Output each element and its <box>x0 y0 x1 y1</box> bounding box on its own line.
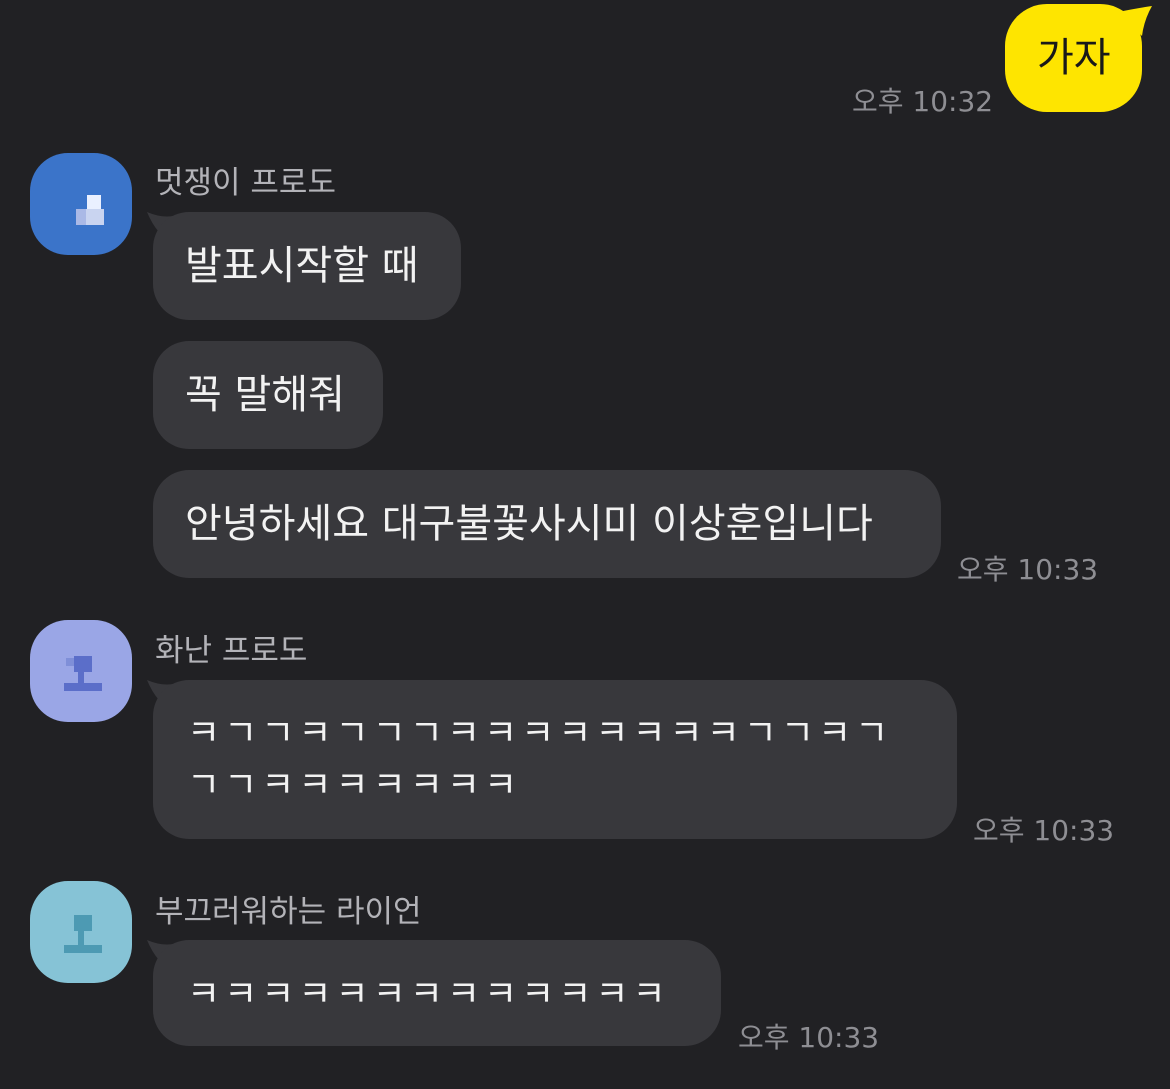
avatar-화난-프로도[interactable] <box>30 620 132 722</box>
message-bubble[interactable]: ㅋㅋㅋㅋㅋㅋㅋㅋㅋㅋㅋㅋㅋ <box>153 940 721 1046</box>
profile-silhouette-icon <box>64 656 102 691</box>
profile-silhouette-icon <box>64 915 102 953</box>
message-text: 꼭 말해줘 <box>185 372 345 418</box>
message-bubble[interactable]: ㅋㄱㄱㅋㄱㄱㄱㅋㅋㅋㅋㅋㅋㅋㅋㄱㄱㅋㄱ ㄱㄱㅋㅋㅋㅋㅋㅋㅋ <box>153 680 957 839</box>
profile-silhouette-icon <box>76 195 104 225</box>
sender-name: 멋쟁이 프로도 <box>155 165 336 201</box>
message-time: 오후 10:33 <box>738 1021 880 1054</box>
my-bubble-tail <box>1118 6 1152 36</box>
message-text-line: ㅋㄱㄱㅋㄱㄱㄱㅋㅋㅋㅋㅋㅋㅋㅋㄱㄱㅋㄱ <box>187 713 893 754</box>
message-text: ㅋㅋㅋㅋㅋㅋㅋㅋㅋㅋㅋㅋㅋ <box>187 974 670 1015</box>
sender-name: 화난 프로도 <box>155 633 308 669</box>
message-text-line: ㄱㄱㅋㅋㅋㅋㅋㅋㅋ <box>187 765 522 806</box>
avatar-멋쟁이-프로도[interactable] <box>30 153 132 255</box>
message-time: 오후 10:33 <box>957 553 1099 586</box>
message-time: 오후 10:33 <box>973 814 1115 847</box>
message-bubble[interactable]: 발표시작할 때 <box>153 212 461 320</box>
message-text: 안녕하세요 대구불꽃사시미 이상훈입니다 <box>185 501 873 547</box>
avatar-부끄러워하는-라이언[interactable] <box>30 881 132 983</box>
message-time: 오후 10:32 <box>852 85 994 118</box>
message-bubble[interactable]: 안녕하세요 대구불꽃사시미 이상훈입니다 <box>153 470 941 578</box>
message-bubble[interactable]: 꼭 말해줘 <box>153 341 383 449</box>
message-text: 발표시작할 때 <box>185 243 419 289</box>
sender-name: 부끄러워하는 라이언 <box>155 894 422 930</box>
my-message-text: 가자 <box>1037 35 1111 81</box>
